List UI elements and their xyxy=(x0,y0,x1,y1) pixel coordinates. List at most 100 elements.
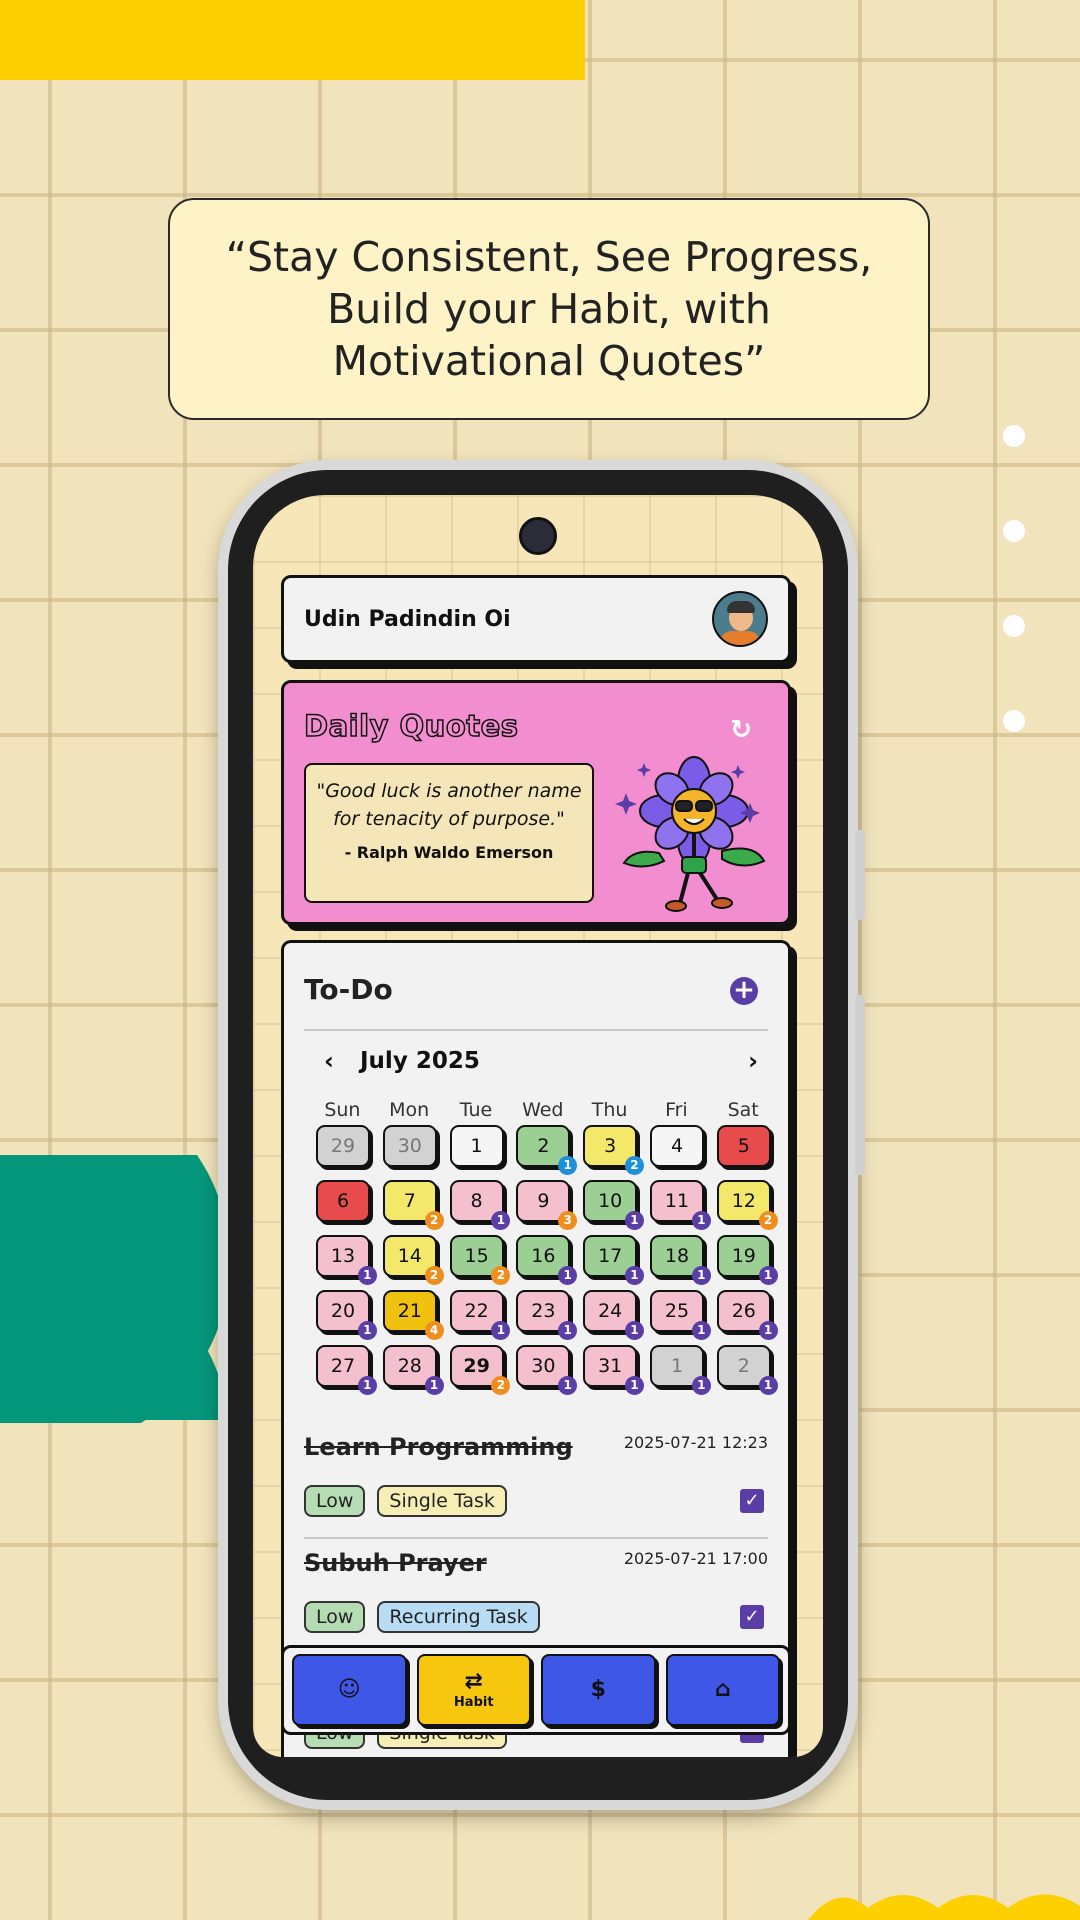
calendar-day[interactable]: 5 xyxy=(713,1121,780,1176)
power-button xyxy=(855,995,865,1175)
weekday-row: Sun Mon Tue Wed Thu Fri Sat xyxy=(309,1099,777,1121)
calendar-day[interactable]: 15 2 xyxy=(446,1231,513,1286)
task-datetime: 2025-07-21 17:00 xyxy=(623,1549,768,1568)
flower-mascot-icon xyxy=(615,756,766,912)
nav-finance-button[interactable]: $ xyxy=(541,1654,656,1726)
calendar-day[interactable]: 23 1 xyxy=(512,1286,579,1341)
calendar-day[interactable]: 93 xyxy=(512,1176,579,1231)
calendar-day[interactable]: 19 1 xyxy=(713,1231,780,1286)
calendar-day-number: 5 xyxy=(716,1125,771,1167)
daily-quotes-card: Daily Quotes ↻ "Good luck is another nam… xyxy=(281,680,791,925)
camera-icon xyxy=(519,517,557,555)
weekday-label: Mon xyxy=(389,1099,430,1121)
calendar-grid: 29 30 1 2 1 3 2 4 5 6 7 2 8 1 9 3 10 1 11 1 12 2 13 1 14 2 15 2 16 1 1… xyxy=(312,1121,780,1396)
task-item[interactable]: Learn Programming 2025-07-21 12:23 Low S… xyxy=(304,1433,768,1543)
task-count-badge: 1 xyxy=(558,1321,578,1340)
calendar-day[interactable]: 31 1 xyxy=(579,1341,646,1396)
calendar-day[interactable]: 17 1 xyxy=(579,1231,646,1286)
task-count-badge: 2 xyxy=(424,1266,444,1285)
task-count-badge: 1 xyxy=(491,1321,511,1340)
calendar-day[interactable]: 21 xyxy=(512,1121,579,1176)
decor-dots xyxy=(1003,425,1025,805)
weekday-label: Tue xyxy=(459,1099,493,1121)
task-count-badge: 1 xyxy=(357,1321,377,1340)
nav-mood-button[interactable]: ☺ xyxy=(292,1654,407,1726)
divider xyxy=(304,1537,768,1539)
calendar-day-number: 29 xyxy=(316,1125,370,1167)
task-item[interactable]: Subuh Prayer 2025-07-21 17:00 Low Recurr… xyxy=(304,1549,768,1659)
quote-box: "Good luck is another name for tenacity … xyxy=(304,763,594,903)
task-count-badge: 1 xyxy=(558,1156,578,1175)
decor-yellow-wave xyxy=(808,1894,1080,1920)
bottom-nav: ☺ ⇄ Habit $ ⌂ xyxy=(281,1645,791,1735)
task-type-tag: Single Task xyxy=(377,1485,507,1517)
calendar-day[interactable]: 30 xyxy=(379,1121,446,1176)
nav-habit-label: Habit xyxy=(453,1694,494,1710)
quote-text: "Good luck is another name for tenacity … xyxy=(316,780,582,830)
task-count-badge: 2 xyxy=(491,1376,511,1395)
weekday-label: Fri xyxy=(665,1099,688,1121)
calendar-day[interactable]: 11 xyxy=(646,1341,713,1396)
task-count-badge: 1 xyxy=(691,1266,711,1285)
avatar[interactable] xyxy=(712,591,768,647)
calendar-day[interactable]: 16 1 xyxy=(512,1231,579,1286)
calendar-day[interactable]: 26 1 xyxy=(713,1286,780,1341)
calendar-day[interactable]: 27 1 xyxy=(312,1341,379,1396)
calendar-day[interactable]: 18 1 xyxy=(646,1231,713,1286)
task-count-badge: 2 xyxy=(491,1266,511,1285)
calendar-day-number: 1 xyxy=(449,1125,504,1167)
task-count-badge: 1 xyxy=(758,1321,778,1340)
calendar-day[interactable]: 30 1 xyxy=(512,1341,579,1396)
calendar-day[interactable]: 22 1 xyxy=(446,1286,513,1341)
calendar-day[interactable]: 20 1 xyxy=(312,1286,379,1341)
daily-quotes-title: Daily Quotes xyxy=(303,708,519,744)
profile-card[interactable]: Udin Padindin Oi xyxy=(281,575,791,663)
chevron-left-icon[interactable]: ‹ xyxy=(324,1047,334,1075)
task-count-badge: 1 xyxy=(691,1376,711,1395)
calendar-day[interactable]: 13 1 xyxy=(312,1231,379,1286)
task-count-badge: 1 xyxy=(558,1266,578,1285)
task-count-badge: 2 xyxy=(624,1156,644,1175)
calendar-day[interactable]: 4 xyxy=(646,1121,713,1176)
calendar-day[interactable]: 29 xyxy=(312,1121,379,1176)
task-count-badge: 2 xyxy=(424,1211,444,1230)
headline-text: “Stay Consistent, See Progress, Build yo… xyxy=(225,233,873,385)
task-type-tag: Recurring Task xyxy=(377,1601,540,1633)
task-checkbox[interactable]: ✓ xyxy=(740,1489,764,1513)
calendar-day[interactable]: 21 xyxy=(713,1341,780,1396)
task-count-badge: 1 xyxy=(624,1321,644,1340)
calendar-day[interactable]: 21 4 xyxy=(379,1286,446,1341)
task-count-badge: 4 xyxy=(424,1321,444,1340)
weekday-label: Sat xyxy=(727,1099,759,1121)
weekday-label: Thu xyxy=(591,1099,628,1121)
home-icon: ⌂ xyxy=(714,1677,731,1702)
calendar-day[interactable]: 25 1 xyxy=(646,1286,713,1341)
calendar-day[interactable]: 14 2 xyxy=(379,1231,446,1286)
chevron-right-icon[interactable]: › xyxy=(748,1047,758,1075)
calendar-day[interactable]: 12 2 xyxy=(713,1176,780,1231)
calendar-day[interactable]: 32 xyxy=(579,1121,646,1176)
calendar-day[interactable]: 28 1 xyxy=(379,1341,446,1396)
calendar-day[interactable]: 1 xyxy=(446,1121,513,1176)
task-count-badge: 1 xyxy=(424,1376,444,1395)
calendar-day[interactable]: 11 1 xyxy=(646,1176,713,1231)
calendar-day[interactable]: 72 xyxy=(379,1176,446,1231)
task-count-badge: 1 xyxy=(691,1321,711,1340)
calendar-day[interactable]: 6 xyxy=(312,1176,379,1231)
calendar-day-number: 30 xyxy=(382,1125,437,1167)
priority-tag: Low xyxy=(304,1601,366,1633)
task-count-badge: 1 xyxy=(624,1266,644,1285)
refresh-icon[interactable]: ↻ xyxy=(730,715,752,745)
calendar-day[interactable]: 10 1 xyxy=(579,1176,646,1231)
todo-card: To-Do + ‹ July 2025 › Sun Mon Tue Wed Thu Fri… xyxy=(281,940,791,1757)
calendar-day[interactable]: 24 1 xyxy=(579,1286,646,1341)
calendar-day[interactable]: 81 xyxy=(446,1176,513,1231)
task-checkbox[interactable]: ✓ xyxy=(740,1605,764,1629)
add-task-button[interactable]: + xyxy=(730,977,758,1005)
calendar-day[interactable]: 29 2 xyxy=(446,1341,513,1396)
weekday-label: Wed xyxy=(522,1099,564,1121)
nav-home-button[interactable]: ⌂ xyxy=(665,1654,780,1726)
task-count-badge: 2 xyxy=(758,1211,778,1230)
calendar-day-number: 6 xyxy=(316,1180,370,1222)
nav-habit-button[interactable]: ⇄ Habit xyxy=(416,1654,531,1726)
